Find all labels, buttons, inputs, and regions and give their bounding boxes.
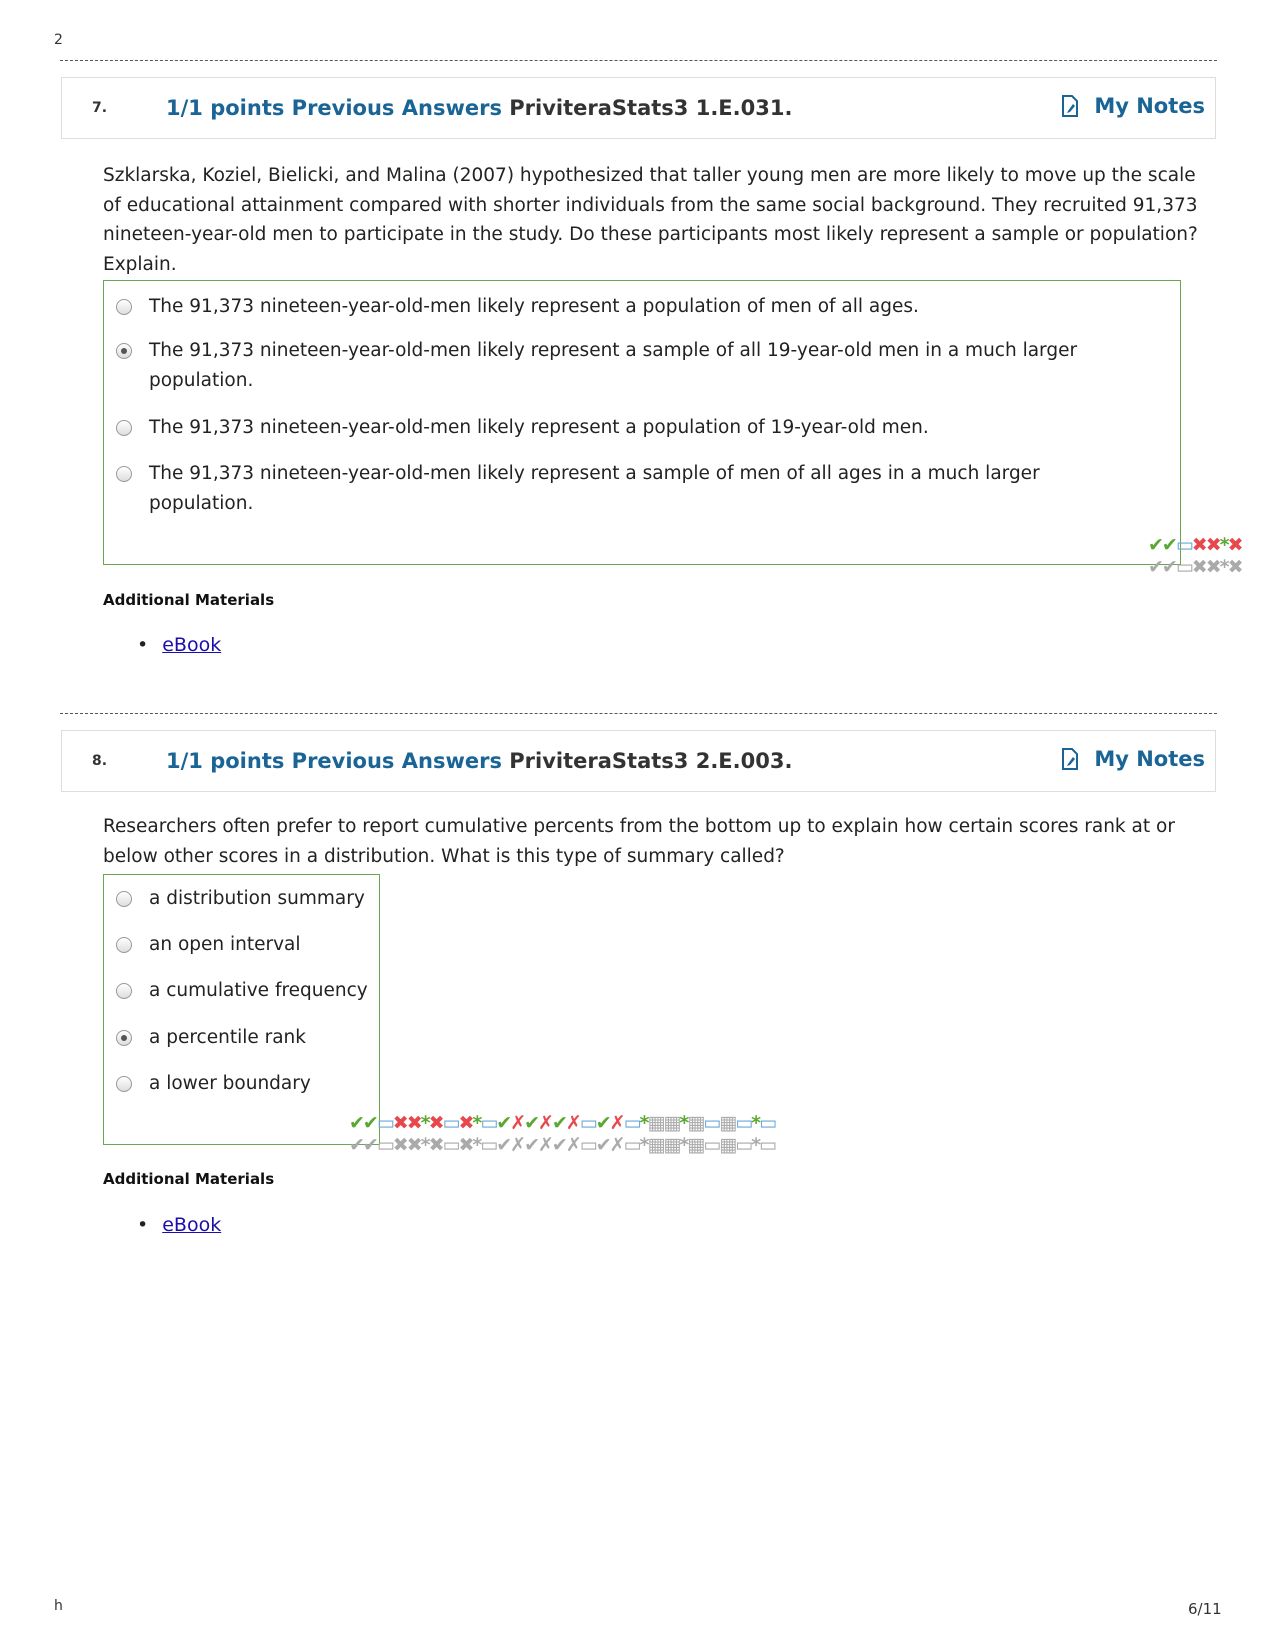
question-stem: Researchers often prefer to report cumul… xyxy=(103,816,1175,867)
notes-icon xyxy=(1062,95,1079,117)
additional-materials-heading: Additional Materials xyxy=(103,1170,275,1188)
radio-button[interactable] xyxy=(116,1076,132,1092)
question-number: 7. xyxy=(92,100,108,116)
page-number: 6/11 xyxy=(1188,1600,1222,1618)
radio-button[interactable] xyxy=(116,937,132,953)
question-code: PriviteraStats3 1.E.031. xyxy=(509,96,793,120)
notes-icon xyxy=(1062,748,1079,770)
ebook-link[interactable]: eBook xyxy=(162,634,221,656)
radio-button-selected[interactable] xyxy=(116,1030,132,1046)
option[interactable]: an open interval xyxy=(116,930,301,960)
points: 1/1 points xyxy=(166,749,285,773)
option[interactable]: The 91,373 nineteen-year-old-men likely … xyxy=(116,459,1116,519)
question-header-7: 7. 1/1 points Previous Answers Privitera… xyxy=(61,77,1216,139)
answer-options: The 91,373 nineteen-year-old-men likely … xyxy=(103,280,1181,565)
previous-answers-link[interactable]: Previous Answers xyxy=(292,749,502,773)
option[interactable]: a percentile rank xyxy=(116,1023,306,1053)
option[interactable]: The 91,373 nineteen-year-old-men likely … xyxy=(116,413,929,443)
previous-answers-link[interactable]: Previous Answers xyxy=(292,96,502,120)
ebook-item: • eBook xyxy=(137,634,222,656)
radio-button[interactable] xyxy=(116,466,132,482)
option[interactable]: The 91,373 nineteen-year-old-men likely … xyxy=(116,292,919,322)
my-notes-button[interactable]: My Notes xyxy=(1060,94,1205,118)
additional-materials-heading: Additional Materials xyxy=(103,591,275,609)
ebook-link[interactable]: eBook xyxy=(162,1214,221,1236)
question-header-8: 8. 1/1 points Previous Answers Privitera… xyxy=(61,730,1216,792)
option[interactable]: The 91,373 nineteen-year-old-men likely … xyxy=(116,336,1116,396)
bottom-corner-text: h xyxy=(54,1598,63,1614)
question-stem: Szklarska, Koziel, Bielicki, and Malina … xyxy=(103,165,1198,275)
option[interactable]: a lower boundary xyxy=(116,1069,311,1099)
radio-button[interactable] xyxy=(116,420,132,436)
radio-button-selected[interactable] xyxy=(116,343,132,359)
my-notes-button[interactable]: My Notes xyxy=(1060,747,1205,771)
radio-button[interactable] xyxy=(116,983,132,999)
option[interactable]: a distribution summary xyxy=(116,884,365,914)
points: 1/1 points xyxy=(166,96,285,120)
option[interactable]: a cumulative frequency xyxy=(116,976,368,1006)
divider xyxy=(60,713,1217,714)
grading-status-icons: ✔✔▭✖✖*✖▭✖*▭✔✗✔✗✔✗▭✔✗▭*▦▦*▦▭▦▭*▭ ✔✔▭✖✖*✖▭… xyxy=(349,1112,777,1156)
page: 2 7. 1/1 points Previous Answers Privite… xyxy=(0,0,1275,1651)
radio-button[interactable] xyxy=(116,891,132,907)
ebook-item: • eBook xyxy=(137,1214,222,1236)
radio-button[interactable] xyxy=(116,299,132,315)
answer-options: a distribution summary an open interval … xyxy=(103,874,380,1145)
grading-status-icons: ✔✔▭✖✖*✖ ✔✔▭✖✖*✖ xyxy=(1148,534,1243,578)
divider xyxy=(60,60,1217,61)
top-corner-text: 2 xyxy=(54,32,63,48)
question-number: 8. xyxy=(92,753,108,769)
question-code: PriviteraStats3 2.E.003. xyxy=(509,749,793,773)
